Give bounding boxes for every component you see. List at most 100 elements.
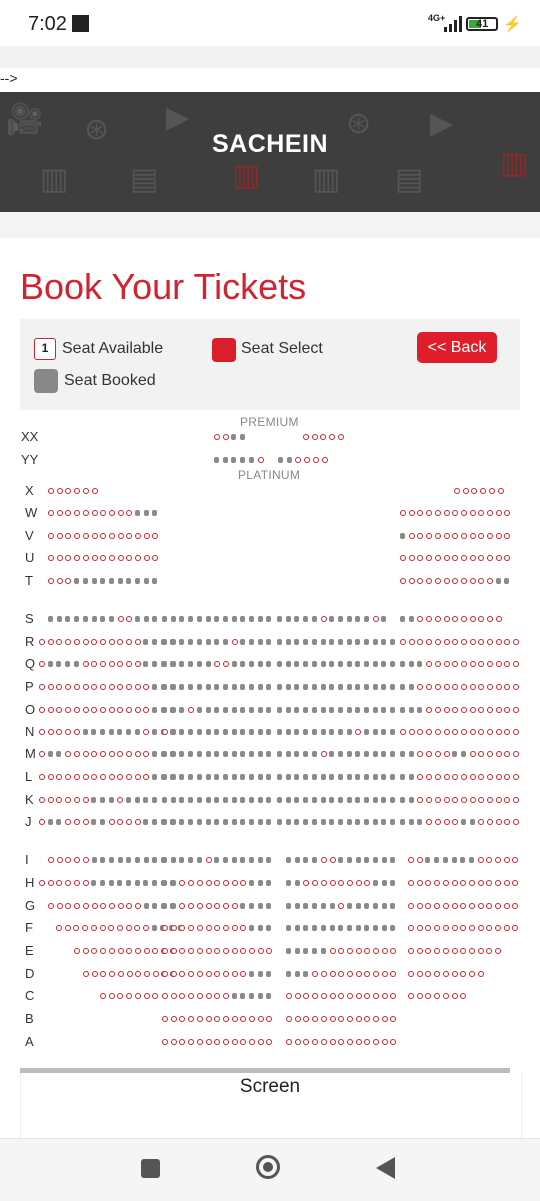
seat-available[interactable] [512, 925, 519, 931]
seat-available[interactable] [504, 555, 511, 561]
seat-available[interactable] [425, 948, 432, 954]
seat-available[interactable] [108, 707, 115, 713]
seat-available[interactable] [443, 639, 450, 645]
seat-available[interactable] [434, 533, 441, 539]
seat-available[interactable] [487, 661, 493, 667]
seat-available[interactable] [477, 971, 484, 977]
seat-available[interactable] [286, 1016, 292, 1022]
seat-available[interactable] [469, 684, 476, 690]
seat-available[interactable] [312, 1016, 319, 1022]
seat-available[interactable] [39, 684, 45, 690]
seat-available[interactable] [504, 729, 511, 735]
seat-available[interactable] [417, 639, 424, 645]
seat-available[interactable] [487, 729, 493, 735]
seat-available[interactable] [495, 880, 501, 886]
seat-available[interactable] [452, 797, 459, 803]
seat-available[interactable] [478, 639, 485, 645]
seat-available[interactable] [117, 993, 124, 999]
seat-available[interactable] [240, 971, 247, 977]
seat-available[interactable] [257, 1039, 264, 1045]
seat-available[interactable] [495, 797, 502, 803]
seat-available[interactable] [196, 948, 203, 954]
seat-available[interactable] [488, 488, 495, 494]
seat-available[interactable] [495, 661, 502, 667]
seat-available[interactable] [65, 555, 72, 561]
seat-available[interactable] [117, 639, 124, 645]
seat-available[interactable] [257, 948, 264, 954]
seat-available[interactable] [460, 578, 467, 584]
seat-available[interactable] [249, 1039, 255, 1045]
seat-available[interactable] [152, 993, 159, 999]
seat-available[interactable] [478, 533, 485, 539]
seat-available[interactable] [170, 925, 177, 931]
seat-available[interactable] [426, 684, 433, 690]
seat-available[interactable] [99, 684, 106, 690]
seat-available[interactable] [196, 1039, 203, 1045]
seat-available[interactable] [91, 774, 98, 780]
seat-available[interactable] [364, 971, 371, 977]
seat-available[interactable] [39, 819, 45, 825]
seat-available[interactable] [381, 1039, 388, 1045]
seat-available[interactable] [134, 751, 141, 757]
seat-available[interactable] [460, 880, 467, 886]
seat-available[interactable] [471, 488, 478, 494]
seat-available[interactable] [495, 751, 502, 757]
seat-available[interactable] [188, 971, 195, 977]
seat-available[interactable] [82, 880, 89, 886]
seat-available[interactable] [117, 661, 124, 667]
seat-available[interactable] [47, 880, 54, 886]
seat-available[interactable] [408, 857, 414, 863]
seat-available[interactable] [451, 880, 458, 886]
seat-available[interactable] [126, 707, 132, 713]
seat-available[interactable] [82, 488, 89, 494]
seat-available[interactable] [65, 707, 72, 713]
seat-available[interactable] [381, 993, 388, 999]
seat-available[interactable] [65, 774, 72, 780]
seat-available[interactable] [460, 510, 467, 516]
seat-available[interactable] [82, 510, 89, 516]
seat-available[interactable] [417, 533, 424, 539]
seat-available[interactable] [346, 993, 353, 999]
seat-available[interactable] [91, 948, 98, 954]
seat-available[interactable] [355, 1039, 362, 1045]
seat-available[interactable] [452, 555, 459, 561]
seat-available[interactable] [126, 774, 132, 780]
seat-available[interactable] [108, 819, 115, 825]
seat-available[interactable] [320, 857, 327, 863]
seat-available[interactable] [294, 1039, 301, 1045]
seat-available[interactable] [126, 819, 132, 825]
seat-available[interactable] [426, 639, 433, 645]
seat-available[interactable] [426, 555, 433, 561]
seat-available[interactable] [65, 751, 72, 757]
seat-available[interactable] [460, 903, 467, 909]
seat-available[interactable] [205, 993, 212, 999]
seat-available[interactable] [65, 797, 72, 803]
seat-available[interactable] [416, 971, 423, 977]
seat-available[interactable] [162, 729, 168, 735]
seat-available[interactable] [73, 684, 80, 690]
seat-available[interactable] [117, 707, 124, 713]
seat-available[interactable] [312, 457, 319, 463]
seat-available[interactable] [126, 948, 133, 954]
seat-available[interactable] [117, 903, 124, 909]
seat-available[interactable] [222, 434, 229, 440]
seat-available[interactable] [188, 925, 195, 931]
seat-available[interactable] [452, 616, 459, 622]
seat-available[interactable] [434, 903, 441, 909]
seat-available[interactable] [512, 857, 519, 863]
seat-available[interactable] [426, 510, 433, 516]
seat-available[interactable] [214, 925, 221, 931]
seat-available[interactable] [443, 774, 450, 780]
seat-available[interactable] [56, 903, 63, 909]
seat-available[interactable] [312, 993, 319, 999]
seat-available[interactable] [416, 925, 423, 931]
seat-available[interactable] [320, 971, 327, 977]
seat-available[interactable] [91, 971, 98, 977]
seat-available[interactable] [143, 707, 150, 713]
seat-available[interactable] [434, 639, 441, 645]
seat-available[interactable] [390, 1039, 397, 1045]
seat-available[interactable] [513, 751, 520, 757]
seat-available[interactable] [188, 707, 195, 713]
seat-available[interactable] [179, 971, 186, 977]
seat-available[interactable] [143, 971, 150, 977]
